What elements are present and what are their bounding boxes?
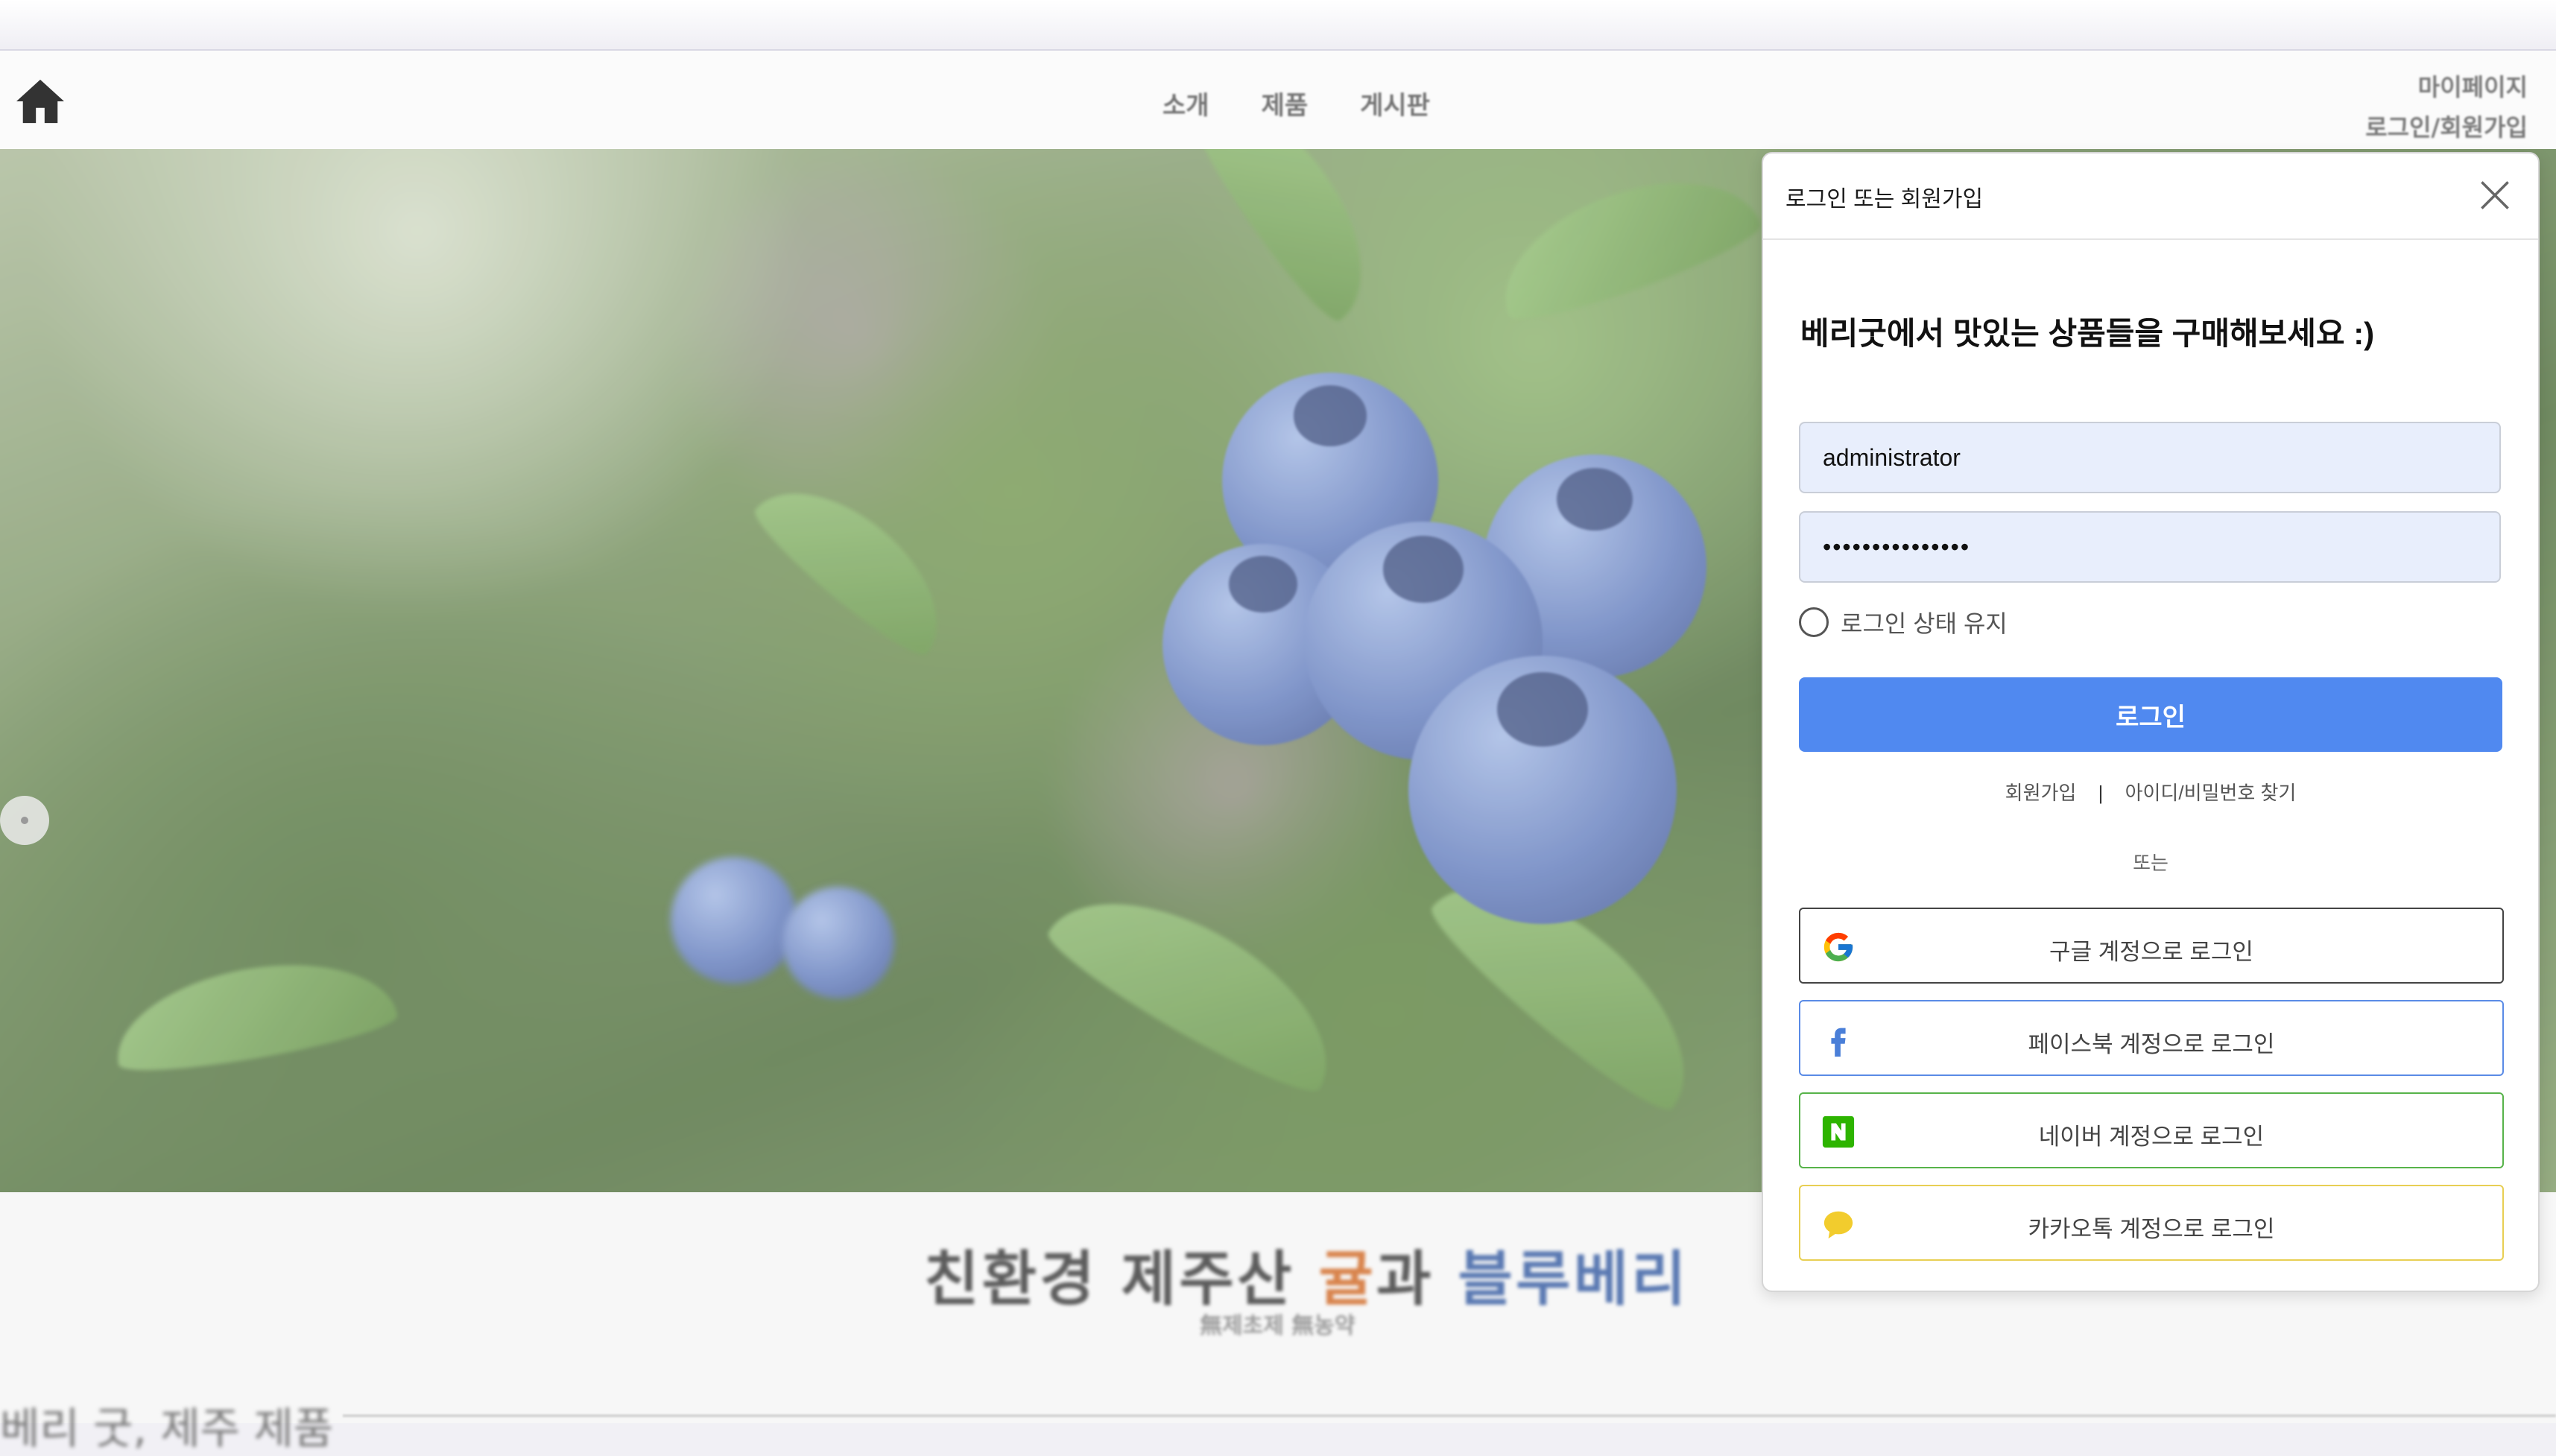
hero-headline: 친환경 제주산 귤과 블루베리 [924,1244,1689,1314]
account-links: 마이페이지 로그인/회원가입 [2365,67,2528,148]
password-input[interactable] [1799,511,2501,583]
carousel-prev-button[interactable] [0,796,49,845]
browser-top-strip [0,0,2556,51]
account-help-links: 회원가입 | 아이디/비밀번호 찾기 [1763,778,2538,805]
nav-intro-link[interactable]: 소개 [1162,85,1209,121]
kakao-login-label: 카카오톡 계정으로 로그인 [2028,1216,2275,1242]
nav-board-link[interactable]: 게시판 [1360,85,1430,121]
facebook-login-button[interactable]: 페이스북 계정으로 로그인 [1799,1000,2504,1076]
main-nav: 소개 제품 게시판 [1162,85,1430,121]
login-signup-link[interactable]: 로그인/회원가입 [2365,107,2528,148]
naver-login-label: 네이버 계정으로 로그인 [2038,1124,2265,1150]
hero-subtitle: 無제초제 無농약 [1200,1313,1355,1339]
google-login-label: 구글 계정으로 로그인 [2049,939,2253,965]
google-login-button[interactable]: 구글 계정으로 로그인 [1799,908,2504,984]
modal-header: 로그인 또는 회원가입 [1763,153,2538,240]
naver-login-button[interactable]: 네이버 계정으로 로그인 [1799,1092,2504,1168]
site-navbar: 소개 제품 게시판 마이페이지 로그인/회원가입 [0,51,2556,149]
close-icon[interactable] [2479,179,2511,212]
remember-radio[interactable] [1799,607,1829,637]
find-id-password-link[interactable]: 아이디/비밀번호 찾기 [2125,782,2297,804]
section-title: 베리 굿, 제주 제품 [0,1403,334,1454]
link-separator: | [2098,782,2104,804]
remember-login-option[interactable]: 로그인 상태 유지 [1799,605,2008,639]
signup-link[interactable]: 회원가입 [2005,782,2077,804]
section-divider [343,1414,2556,1417]
modal-title: 로그인 또는 회원가입 [1785,187,1984,212]
login-modal: 로그인 또는 회원가입 베리굿에서 맛있는 상품들을 구매해보세요 :) 로그인… [1762,152,2540,1292]
username-input[interactable] [1799,422,2501,493]
kakao-login-button[interactable]: 카카오톡 계정으로 로그인 [1799,1185,2504,1261]
login-button[interactable]: 로그인 [1799,677,2502,752]
mypage-link[interactable]: 마이페이지 [2365,67,2528,107]
modal-headline: 베리굿에서 맛있는 상품들을 구매해보세요 :) [1800,316,2375,351]
or-divider: 또는 [2133,852,2169,874]
remember-label: 로그인 상태 유지 [1841,610,2008,637]
nav-products-link[interactable]: 제품 [1262,85,1309,121]
home-icon[interactable] [13,77,67,125]
facebook-login-label: 페이스북 계정으로 로그인 [2028,1031,2275,1057]
